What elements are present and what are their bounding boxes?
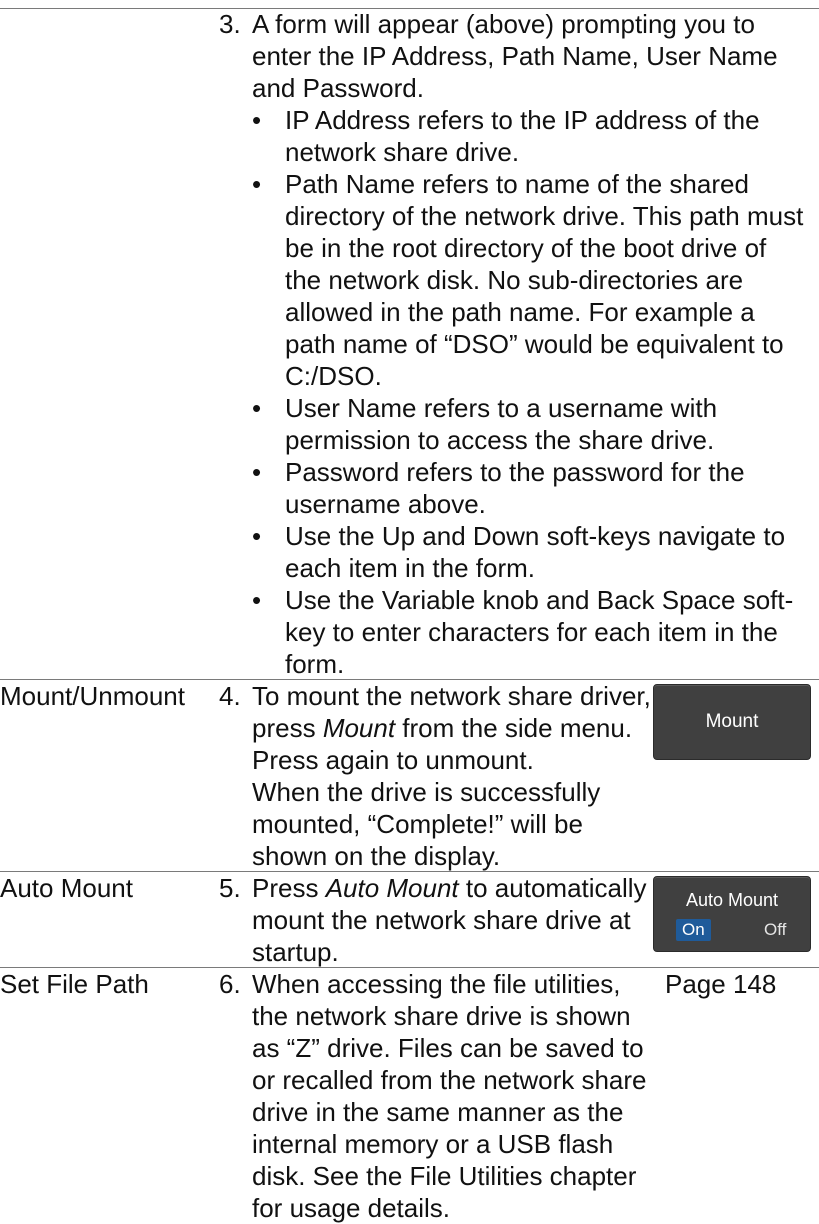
- bullet-dot: •: [252, 393, 262, 423]
- step-6-line: When accessing the file utilities,: [252, 969, 621, 999]
- bullet-line: path name of “DSO” would be equivalent t…: [285, 329, 784, 359]
- step-5-number: 5.: [219, 873, 241, 903]
- step-3-intro-line: and Password.: [252, 73, 424, 103]
- bullet-line: key to enter characters for each item in…: [285, 617, 778, 647]
- bullet-line: IP Address refers to the IP address of t…: [285, 105, 760, 135]
- step-4-line: Press again to unmount.: [252, 745, 534, 775]
- bullet-line: permission to access the share drive.: [285, 425, 715, 455]
- step-6-line: internal memory or a USB flash: [252, 1129, 614, 1159]
- bullet-dot: •: [252, 169, 262, 199]
- bullet-line: C:/DSO.: [285, 361, 382, 391]
- bullet-line: Path Name refers to name of the shared: [285, 169, 749, 199]
- step-6-line: as “Z” drive. Files can be saved to: [252, 1033, 644, 1063]
- auto-mount-off-option: Off: [764, 920, 787, 939]
- mount-soft-key-label: Mount: [705, 711, 759, 732]
- auto-mount-soft-key-title: Auto Mount: [685, 890, 779, 910]
- step-6-line: the network share drive is shown: [252, 1001, 631, 1031]
- row-label-set-file-path: Set File Path: [0, 969, 149, 999]
- step-4-line: mounted, “Complete!” will be: [252, 809, 583, 839]
- step-5-line: Press Auto Mount to automatically: [252, 872, 647, 904]
- step-6-line: or recalled from the network share: [252, 1065, 647, 1095]
- step-4-line: When the drive is successfully: [252, 777, 601, 807]
- auto-mount-emphasis: Auto Mount: [325, 873, 459, 903]
- step-3-intro-line: A form will appear (above) prompting you…: [252, 9, 755, 39]
- bullet-line: Password refers to the password for the: [285, 457, 745, 487]
- bullet-line: User Name refers to a username with: [285, 393, 718, 423]
- text-run: from the side menu.: [395, 713, 633, 743]
- step-4-line: To mount the network share driver,: [252, 681, 651, 711]
- mount-soft-key[interactable]: Mount: [653, 684, 811, 760]
- bullet-line: each item in the form.: [285, 553, 535, 583]
- text-run: to automatically: [458, 873, 647, 903]
- step-4-line: press Mount from the side menu.: [252, 712, 632, 744]
- bullet-line: be in the root directory of the boot dri…: [285, 233, 767, 263]
- text-run: Press: [252, 873, 326, 903]
- bullet-line: the network disk. No sub-directories are: [285, 265, 744, 295]
- row-label-mount-unmount: Mount/Unmount: [0, 681, 185, 711]
- bullet-line: Use the Up and Down soft-keys navigate t…: [285, 521, 786, 551]
- bullet-line: form.: [285, 649, 345, 679]
- step-3-intro-line: enter the IP Address, Path Name, User Na…: [252, 41, 778, 71]
- step-4-number: 4.: [219, 681, 241, 711]
- step-3-number: 3.: [219, 9, 241, 39]
- bullet-line: directory of the network drive. This pat…: [285, 201, 804, 231]
- step-5-line: mount the network share drive at: [252, 905, 631, 935]
- row-label-auto-mount: Auto Mount: [0, 873, 133, 903]
- step-6-line: disk. See the File Utilities chapter: [252, 1161, 637, 1191]
- bullet-line: network share drive.: [285, 137, 520, 167]
- bullet-line: Use the Variable knob and Back Space sof…: [285, 585, 794, 615]
- step-4-line: shown on the display.: [252, 841, 501, 871]
- step-6-number: 6.: [219, 969, 241, 999]
- page-reference: Page 148: [665, 969, 777, 999]
- step-6-line: drive in the same manner as the: [252, 1097, 624, 1127]
- bullet-line: username above.: [285, 489, 486, 519]
- step-6-line: for usage details.: [252, 1193, 451, 1223]
- mount-emphasis: Mount: [322, 713, 396, 743]
- step-5-line: startup.: [252, 937, 339, 967]
- bullet-dot: •: [252, 457, 262, 487]
- auto-mount-soft-key[interactable]: Auto Mount On Off: [653, 876, 811, 952]
- text-run: press: [252, 713, 323, 743]
- bullet-dot: •: [252, 521, 262, 551]
- bullet-dot: •: [252, 105, 262, 135]
- bullet-line: allowed in the path name. For example a: [285, 297, 755, 327]
- bullet-dot: •: [252, 585, 262, 615]
- auto-mount-on-option: On: [676, 919, 711, 941]
